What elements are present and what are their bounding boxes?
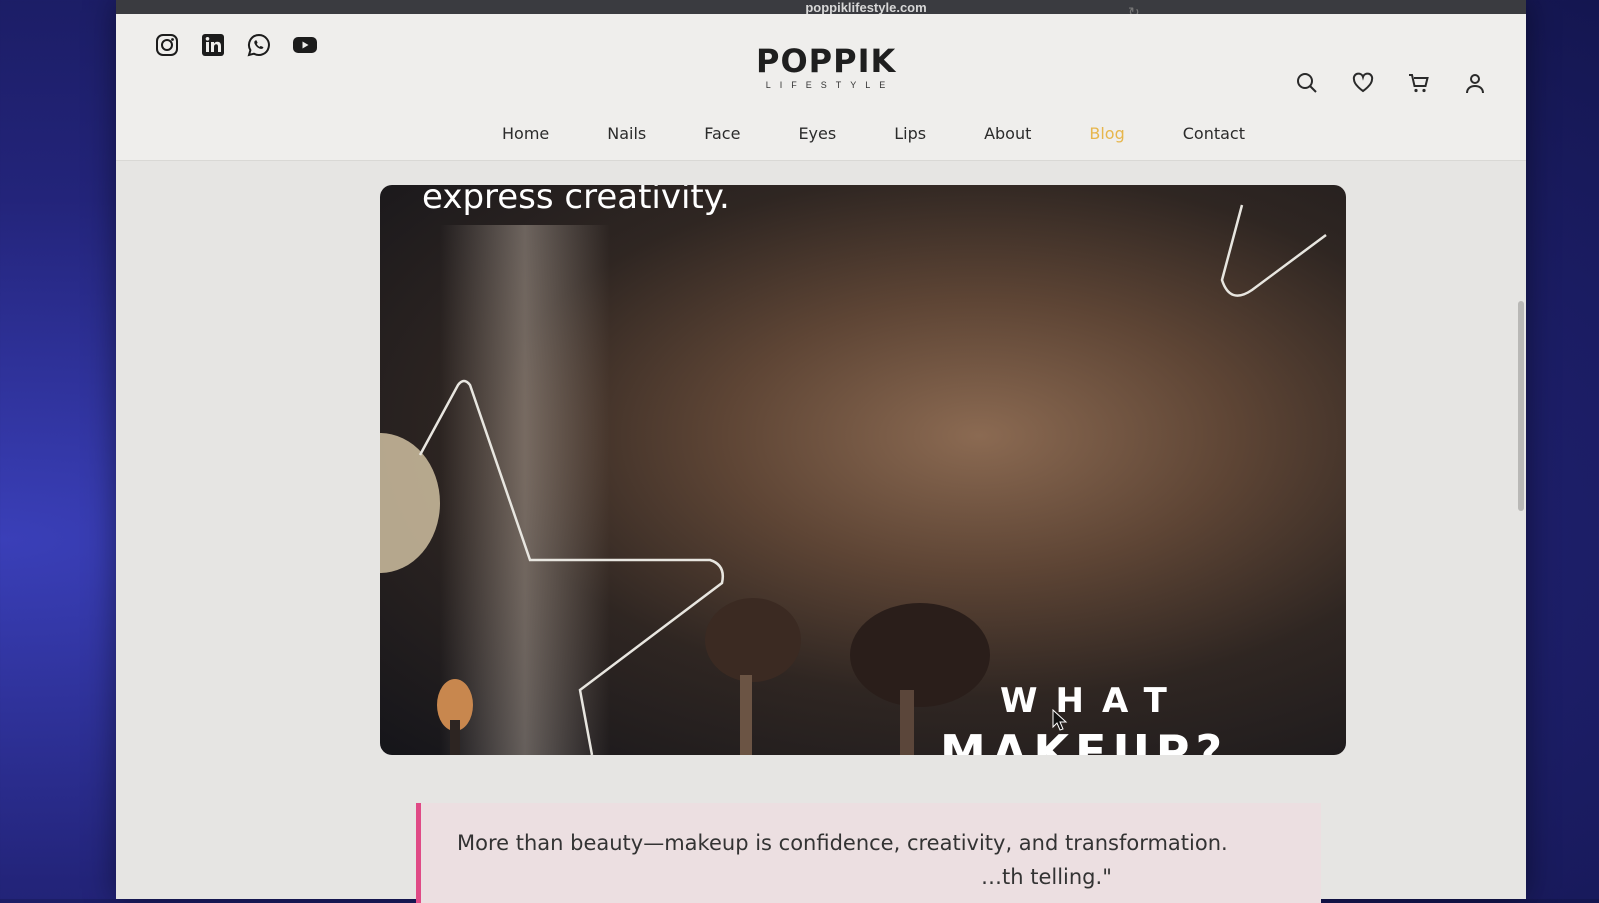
url-bar[interactable]: poppiklifestyle.com xyxy=(586,0,1146,15)
quote-line-1: More than beauty—makeup is confidence, c… xyxy=(457,831,1228,855)
search-icon[interactable] xyxy=(1296,72,1318,94)
mouse-cursor-icon xyxy=(1052,709,1068,731)
nav-item-contact[interactable]: Contact xyxy=(1183,124,1245,143)
url-text: poppiklifestyle.com xyxy=(805,0,927,15)
user-icon[interactable] xyxy=(1464,72,1486,94)
main-nav: Home Nails Face Eyes Lips About Blog Con… xyxy=(502,124,1245,143)
page-content: express creativity. WHAT MAKEUP? More th… xyxy=(116,161,1526,903)
hero-overlay-makeup: MAKEUP? xyxy=(940,725,1229,755)
whatsapp-icon[interactable] xyxy=(246,32,272,58)
heart-icon[interactable] xyxy=(1352,72,1374,94)
hero-banner: express creativity. WHAT MAKEUP? xyxy=(380,185,1346,755)
pull-quote: More than beauty—makeup is confidence, c… xyxy=(416,803,1321,903)
header-actions xyxy=(1296,72,1486,94)
hero-overlay-what: WHAT xyxy=(1000,681,1185,721)
hero-decoration xyxy=(418,204,1327,755)
social-links xyxy=(154,32,318,58)
nav-item-nails[interactable]: Nails xyxy=(607,124,646,143)
nav-item-about[interactable]: About xyxy=(984,124,1031,143)
browser-window: poppiklifestyle.com ↻ ⇪ + ⧉ POPPIK LIFES… xyxy=(116,0,1526,903)
nav-item-lips[interactable]: Lips xyxy=(894,124,926,143)
cart-icon[interactable] xyxy=(1408,72,1430,94)
nav-item-home[interactable]: Home xyxy=(502,124,549,143)
instagram-icon[interactable] xyxy=(154,32,180,58)
hero-headline: express creativity. xyxy=(422,185,730,217)
nav-item-face[interactable]: Face xyxy=(704,124,740,143)
page-scrollbar[interactable] xyxy=(1518,301,1524,511)
site-logo[interactable]: POPPIK LIFESTYLE xyxy=(756,44,896,90)
nav-item-blog[interactable]: Blog xyxy=(1089,124,1124,143)
nav-item-eyes[interactable]: Eyes xyxy=(798,124,836,143)
site-header: POPPIK LIFESTYLE Home Nails Face Eyes Li… xyxy=(116,14,1526,161)
logo-main-text: POPPIK xyxy=(756,42,897,80)
quote-line-2: …th telling." xyxy=(981,865,1112,889)
linkedin-icon[interactable] xyxy=(200,32,226,58)
logo-sub-text: LIFESTYLE xyxy=(765,80,895,90)
youtube-icon[interactable] xyxy=(292,32,318,58)
